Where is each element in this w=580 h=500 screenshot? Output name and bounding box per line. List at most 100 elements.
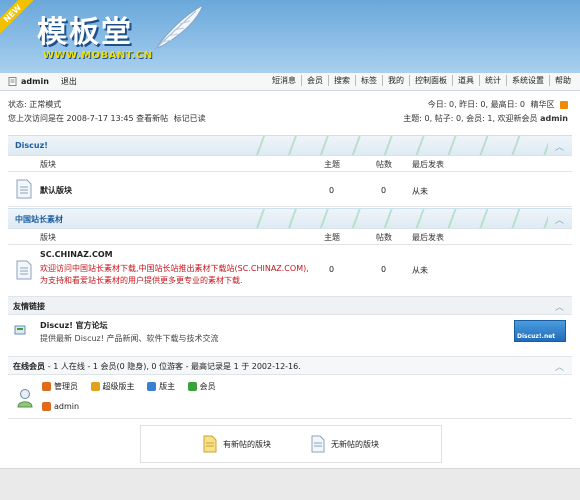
last-visit: 您上次访问是在 2008-7-17 13:45 查看新帖 标记已读: [8, 112, 206, 126]
status-info: 状态: 正常模式 您上次访问是在 2008-7-17 13:45 查看新帖 标记…: [8, 98, 206, 126]
moderator-icon: [147, 382, 157, 391]
member-legend: 管理员 超级版主 版主 会员: [42, 381, 226, 393]
online-users-icon: [17, 389, 33, 408]
view-new-posts-link[interactable]: 查看新帖: [136, 114, 168, 123]
col-topics: 主题: [324, 233, 340, 242]
forum-posts: 0: [381, 265, 387, 274]
logout-link[interactable]: 退出: [61, 76, 77, 87]
category-header: 中国站长素材 ︿: [8, 208, 572, 229]
online-members: 在线会员 - 1 人在线 - 1 会员(0 隐身), 0 位游客 - 最高记录是…: [8, 356, 572, 419]
online-summary: - 1 人在线 - 1 会员(0 隐身), 0 位游客 - 最高记录是 1 于 …: [47, 362, 301, 371]
nav-stats[interactable]: 统计: [479, 75, 506, 86]
link-name[interactable]: Discuz! 官方论坛: [40, 320, 108, 331]
page-footer: [0, 468, 580, 500]
col-last-post: 最后发表: [412, 160, 444, 169]
category-header: Discuz! ︿: [8, 135, 572, 156]
last-visit-time: 2008-7-17 13:45: [66, 114, 134, 123]
col-last-post: 最后发表: [412, 233, 444, 242]
status-mode: 状态: 正常模式: [8, 100, 62, 109]
online-header: 在线会员 - 1 人在线 - 1 会员(0 隐身), 0 位游客 - 最高记录是…: [8, 356, 572, 375]
legend-admin: 管理员: [42, 381, 78, 392]
forum-last-post: 从未: [412, 266, 428, 275]
category-title[interactable]: 中国站长素材: [15, 214, 63, 225]
digest-link[interactable]: 精华区: [530, 100, 554, 109]
discuz-logo-text: Discuz!.net: [517, 333, 556, 340]
forum-row: 默认版块 0 0 从未: [8, 172, 572, 207]
online-user[interactable]: admin: [42, 402, 79, 411]
page: NEW 模板堂 WWW.MOBANT.CN admin 退出 短消息 会员 搜索…: [0, 0, 580, 500]
link-icon: [14, 325, 26, 335]
link-description: 提供最新 Discuz! 产品新闻、软件下载与技术交流: [40, 334, 219, 343]
column-headers: 版块 主题 帖数 最后发表: [8, 229, 572, 245]
legend-no-new-posts: 无新帖的版块: [311, 435, 379, 453]
super-moderator-icon: [90, 382, 100, 391]
username-link[interactable]: admin: [21, 77, 49, 86]
legend-new-posts-label: 有新帖的版块: [223, 439, 271, 449]
category-discuz: Discuz! ︿ 版块 主题 帖数 最后发表 默认版块 0 0 从未: [8, 135, 572, 207]
forum-name-link[interactable]: SC.CHINAZ.COM: [40, 250, 113, 259]
legend-new-posts: 有新帖的版块: [203, 435, 271, 453]
header-decoration: [248, 136, 548, 155]
user-bar: admin 退出 短消息 会员 搜索 标签 我的 控制面板 道具 统计 系统设置…: [0, 73, 580, 91]
mark-read-link[interactable]: 标记已读: [174, 114, 206, 123]
forum-icon-legend: 有新帖的版块 无新帖的版块: [140, 425, 442, 463]
col-topics: 主题: [324, 160, 340, 169]
forum-topics: 0: [329, 265, 335, 274]
site-logo-url: WWW.MOBANT.CN: [43, 50, 153, 61]
newest-member-link[interactable]: admin: [540, 114, 568, 123]
forum-status-icon: [16, 260, 32, 280]
forum-name-link[interactable]: 默认版块: [40, 185, 72, 196]
collapse-icon[interactable]: ︿: [555, 140, 564, 153]
nav-system-settings[interactable]: 系统设置: [506, 75, 549, 86]
collapse-icon[interactable]: ︿: [555, 300, 564, 313]
col-posts: 帖数: [376, 233, 392, 242]
collapse-icon[interactable]: ︿: [555, 213, 564, 226]
online-user-list: admin: [42, 402, 89, 413]
forum-last-post: 从未: [412, 187, 428, 196]
feather-icon: [154, 3, 204, 49]
column-headers: 版块 主题 帖数 最后发表: [8, 156, 572, 172]
no-new-posts-icon: [311, 435, 325, 453]
online-title: 在线会员 - 1 人在线 - 1 会员(0 隐身), 0 位游客 - 最高记录是…: [13, 362, 301, 371]
forum-row: SC.CHINAZ.COM 欢迎访问中国站长素材下载,中国站长站推出素材下载站(…: [8, 245, 572, 298]
nav-messages[interactable]: 短消息: [267, 75, 301, 86]
category-chinaz: 中国站长素材 ︿ 版块 主题 帖数 最后发表 SC.CHINAZ.COM 欢迎访…: [8, 208, 572, 298]
rss-icon[interactable]: [560, 100, 568, 109]
nav-control-panel[interactable]: 控制面板: [409, 75, 452, 86]
collapse-icon[interactable]: ︿: [555, 360, 564, 373]
last-visit-label: 您上次访问是在: [8, 114, 64, 123]
legend-member: 会员: [187, 381, 216, 392]
admin-icon: [42, 382, 51, 391]
forum-description-line2: 为支持和看爱站长素材的用户提供更多更专业的素材下载.: [40, 276, 243, 285]
links-title: 友情链接: [13, 302, 45, 311]
forum-status-icon: [16, 179, 32, 199]
nav-my[interactable]: 我的: [382, 75, 409, 86]
discuz-logo[interactable]: Discuz!.net: [514, 320, 566, 342]
nav-help[interactable]: 帮助: [549, 75, 576, 86]
legend-no-new-posts-label: 无新帖的版块: [331, 439, 379, 449]
nav-members[interactable]: 会员: [301, 75, 328, 86]
forum-stats: 今日: 0, 昨日: 0, 最高日: 0 精华区 主题: 0, 帖子: 0, 会…: [403, 98, 568, 126]
online-username[interactable]: admin: [54, 402, 79, 411]
site-header: NEW 模板堂 WWW.MOBANT.CN: [0, 0, 580, 73]
legend-moderator: 版主: [147, 381, 175, 392]
top-nav: 短消息 会员 搜索 标签 我的 控制面板 道具 统计 系统设置 帮助: [267, 75, 576, 86]
legend-super-moderator: 超级版主: [90, 381, 135, 392]
new-badge: NEW: [0, 0, 34, 35]
nav-tags[interactable]: 标签: [355, 75, 382, 86]
forum-topics: 0: [329, 186, 335, 195]
friend-links: 友情链接 ︿ Discuz! 官方论坛 提供最新 Discuz! 产品新闻、软件…: [8, 296, 572, 348]
nav-tools[interactable]: 道具: [452, 75, 479, 86]
col-posts: 帖数: [376, 160, 392, 169]
totals-stats: 主题: 0, 帖子: 0, 会员: 1, 欢迎新会员: [403, 114, 538, 123]
site-logo-text[interactable]: 模板堂: [37, 7, 133, 51]
col-forum: 版块: [40, 160, 56, 169]
daily-stats: 今日: 0, 昨日: 0, 最高日: 0: [427, 100, 525, 109]
links-header: 友情链接 ︿: [8, 296, 572, 315]
nav-search[interactable]: 搜索: [328, 75, 355, 86]
admin-icon: [42, 402, 51, 411]
col-forum: 版块: [40, 233, 56, 242]
category-title[interactable]: Discuz!: [15, 141, 48, 150]
member-icon: [187, 382, 197, 391]
forum-posts: 0: [381, 186, 387, 195]
